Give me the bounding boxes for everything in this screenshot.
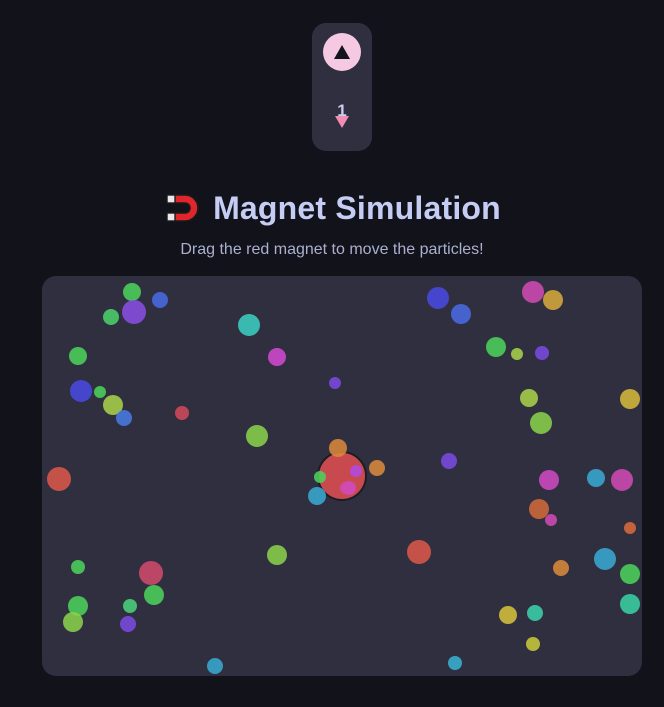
particle bbox=[448, 656, 462, 670]
particle bbox=[246, 425, 268, 447]
particle bbox=[103, 309, 119, 325]
particle bbox=[47, 467, 71, 491]
particle bbox=[611, 469, 633, 491]
particle bbox=[530, 412, 552, 434]
magnet-icon bbox=[166, 194, 199, 222]
page-title: Magnet Simulation bbox=[213, 189, 501, 226]
particle bbox=[308, 487, 326, 505]
particle bbox=[139, 561, 163, 585]
instructions-text: Drag the red magnet to move the particle… bbox=[180, 241, 484, 258]
particle bbox=[527, 605, 543, 621]
particle bbox=[522, 281, 544, 303]
particle bbox=[535, 346, 549, 360]
particle bbox=[175, 406, 189, 420]
particle bbox=[120, 616, 136, 632]
particle bbox=[144, 585, 164, 605]
particle bbox=[427, 287, 449, 309]
particle bbox=[587, 469, 605, 487]
particle bbox=[441, 453, 457, 469]
particle bbox=[123, 283, 141, 301]
particle bbox=[350, 465, 362, 477]
particle bbox=[545, 514, 557, 526]
particle bbox=[152, 292, 168, 308]
counter-stepper: 1 bbox=[312, 23, 372, 151]
triangle-up-icon bbox=[334, 45, 350, 59]
particle bbox=[71, 560, 85, 574]
particle-field bbox=[47, 281, 640, 674]
particle bbox=[499, 606, 517, 624]
triangle-down-icon bbox=[335, 116, 349, 128]
particle bbox=[539, 470, 559, 490]
decrement-button[interactable] bbox=[333, 113, 351, 131]
particle bbox=[268, 348, 286, 366]
simulation-canvas[interactable] bbox=[42, 276, 642, 676]
particle bbox=[267, 545, 287, 565]
particle bbox=[594, 548, 616, 570]
particle bbox=[122, 300, 146, 324]
particle bbox=[543, 290, 563, 310]
particle bbox=[207, 658, 223, 674]
particle bbox=[624, 522, 636, 534]
particle bbox=[620, 594, 640, 614]
particle bbox=[329, 377, 341, 389]
particle bbox=[238, 314, 260, 336]
particle bbox=[329, 439, 347, 457]
particle bbox=[340, 482, 352, 494]
particle bbox=[529, 499, 549, 519]
particle bbox=[70, 380, 92, 402]
particle bbox=[63, 612, 83, 632]
particle bbox=[451, 304, 471, 324]
particle bbox=[94, 386, 106, 398]
page-header: Magnet Simulation bbox=[0, 186, 664, 230]
particle bbox=[620, 389, 640, 409]
particle bbox=[314, 471, 326, 483]
particle bbox=[123, 599, 137, 613]
particle bbox=[511, 348, 523, 360]
particle bbox=[407, 540, 431, 564]
particle bbox=[553, 560, 569, 576]
particle bbox=[520, 389, 538, 407]
particle bbox=[69, 347, 87, 365]
particle bbox=[526, 637, 540, 651]
increment-button[interactable] bbox=[323, 33, 361, 71]
particle bbox=[116, 410, 132, 426]
particle bbox=[486, 337, 506, 357]
particle bbox=[369, 460, 385, 476]
particle bbox=[620, 564, 640, 584]
